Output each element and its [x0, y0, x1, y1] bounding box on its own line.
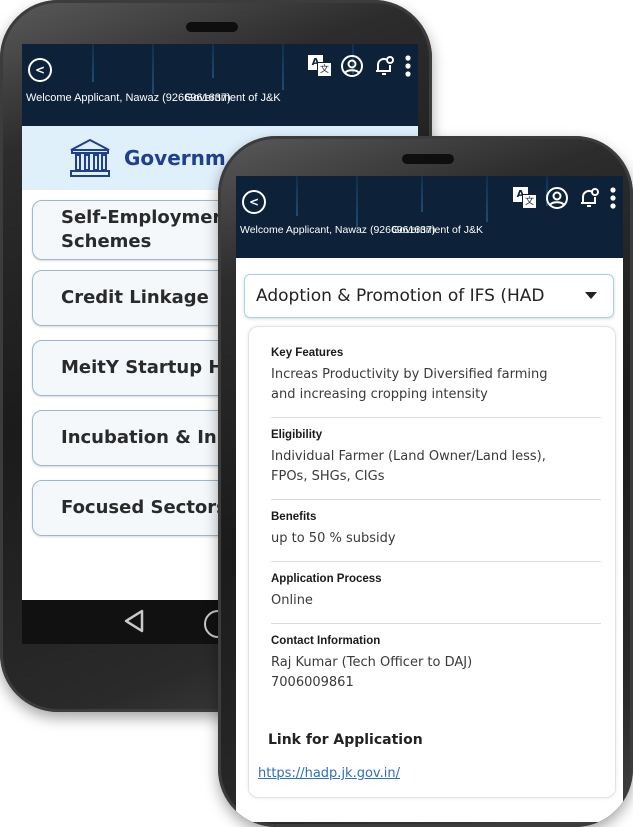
key-features: Key Features Increas Productivity by Div… — [271, 347, 601, 405]
profile-icon[interactable] — [340, 54, 364, 78]
divider — [271, 561, 601, 562]
notification-icon[interactable] — [372, 54, 396, 78]
notification-icon[interactable] — [577, 186, 601, 210]
earpiece — [186, 22, 238, 32]
application-process: Application Process Online — [271, 573, 601, 611]
welcome-text: Welcome Applicant, Nawaz (9266961637)Gov… — [240, 224, 483, 236]
benefits-label: Benefits — [271, 511, 317, 523]
scheme-select[interactable]: Adoption & Promotion of IFS (HAD — [244, 274, 614, 318]
key-features-label: Key Features — [271, 347, 344, 359]
app-header: < A文 Welcome Applicant, Nawaz (926696163… — [236, 176, 623, 258]
divider — [271, 623, 601, 624]
link-for-application-label: Link for Application — [268, 732, 423, 748]
chevron-down-icon[interactable] — [585, 292, 597, 299]
translate-icon[interactable]: A文 — [513, 187, 537, 209]
scheme-select-value: Adoption & Promotion of IFS (HAD — [256, 286, 545, 306]
bank-icon — [70, 138, 110, 177]
header-actions: A文 — [513, 186, 617, 210]
menu-item-label: Self-Employmer — [61, 207, 222, 228]
front-phone: < A文 Welcome Applicant, Nawaz (926696163… — [218, 136, 633, 827]
application-process-value: Online — [271, 593, 313, 608]
welcome-text: Welcome Applicant, Nawaz (9266961637)Gov… — [26, 92, 281, 104]
front-phone-screen: < A文 Welcome Applicant, Nawaz (926696163… — [236, 176, 623, 822]
banner-title: Governm — [124, 146, 226, 170]
key-features-value: Increas Productivity by Diversified farm… — [271, 367, 548, 402]
translate-icon[interactable]: A文 — [308, 55, 332, 77]
more-icon[interactable] — [609, 186, 617, 210]
earpiece — [402, 154, 454, 164]
menu-item-label: Incubation & Inn — [61, 427, 230, 448]
more-icon[interactable] — [404, 54, 412, 78]
contact-information: Contact Information Raj Kumar (Tech Offi… — [271, 635, 601, 693]
profile-icon[interactable] — [545, 186, 569, 210]
menu-item-label-line2: Schemes — [61, 231, 152, 252]
header-actions: A文 — [308, 54, 412, 78]
eligibility-label: Eligibility — [271, 429, 323, 441]
scheme-details-card: Key Features Increas Productivity by Div… — [248, 326, 616, 798]
back-icon[interactable]: < — [242, 190, 266, 214]
divider — [271, 417, 601, 418]
app-header: < A文 Welcome Applicant, Nawaz (926696163… — [22, 44, 418, 126]
menu-item-label: MeitY Startup Hu — [61, 357, 237, 378]
menu-item-label: Credit Linkage — [61, 287, 209, 308]
eligibility: Eligibility Individual Farmer (Land Owne… — [271, 429, 601, 487]
contact-information-value: Raj Kumar (Tech Officer to DAJ) 700600986… — [271, 655, 473, 690]
application-process-label: Application Process — [271, 573, 382, 585]
nav-back-icon[interactable] — [122, 608, 146, 634]
menu-item-label: Focused Sectors — [61, 497, 227, 518]
eligibility-value: Individual Farmer (Land Owner/Land less)… — [271, 449, 546, 484]
contact-information-label: Contact Information — [271, 635, 381, 647]
back-icon[interactable]: < — [28, 58, 52, 82]
divider — [271, 499, 601, 500]
benefits-value: up to 50 % subsidy — [271, 531, 396, 546]
benefits: Benefits up to 50 % subsidy — [271, 511, 601, 549]
application-link[interactable]: https://hadp.jk.gov.in/ — [258, 766, 400, 781]
